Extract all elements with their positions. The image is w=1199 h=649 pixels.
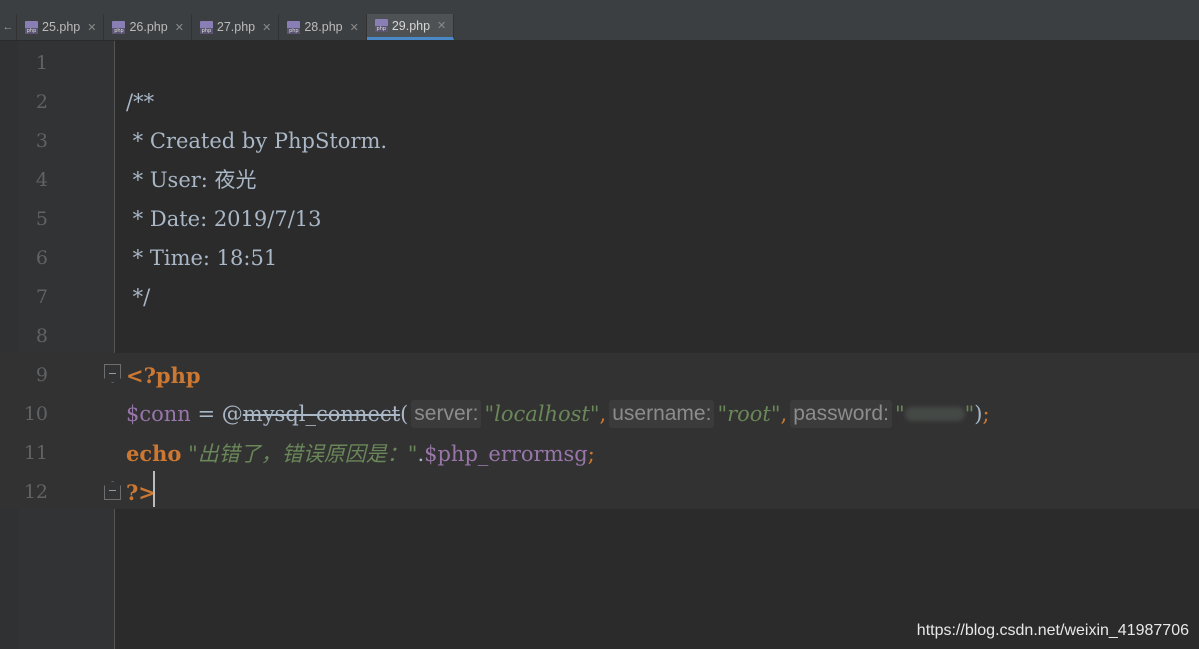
- code-line-6: * Time: 18:51: [126, 246, 278, 270]
- tab-label: 25.php: [42, 20, 81, 34]
- code-line-9: <?php: [126, 356, 201, 396]
- code-line-10: $conn = @mysql_connect(server: "localhost…: [126, 395, 990, 434]
- close-tab-icon[interactable]: ✕: [175, 21, 184, 34]
- semicolon: ;: [587, 442, 595, 466]
- php-close-tag: ?>: [126, 480, 156, 505]
- code-line-11: echo "出错了，错误原因是：".$php_errormsg;: [126, 434, 595, 474]
- tab-28-php[interactable]: 28.php ✕: [279, 14, 367, 40]
- assign-operator: =: [190, 402, 222, 426]
- scroll-tabs-left-icon[interactable]: ←: [0, 14, 17, 40]
- string-quote-open: ": [894, 402, 905, 426]
- line-number: 2: [35, 91, 48, 113]
- tab-label: 27.php: [216, 20, 256, 34]
- current-line-highlight: [0, 470, 1199, 509]
- php-file-icon: [25, 20, 38, 34]
- php-file-icon: [112, 20, 126, 34]
- string-localhost: "localhost": [484, 402, 600, 426]
- php-file-icon: [199, 20, 213, 34]
- open-paren: (: [400, 402, 409, 426]
- line-number: 12: [23, 481, 48, 503]
- line-number: 9: [35, 364, 48, 386]
- variable-conn: $conn: [126, 402, 191, 426]
- function-mysql-connect: mysql_connect: [242, 402, 401, 426]
- error-suppress: @: [221, 402, 243, 426]
- text-caret: [153, 471, 155, 507]
- tab-label: 28.php: [304, 20, 343, 34]
- line-number: 11: [23, 442, 48, 464]
- watermark-text: https://blog.csdn.net/weixin_41987706: [916, 622, 1189, 639]
- redacted-password: [904, 406, 965, 421]
- close-tab-icon[interactable]: ✕: [350, 21, 359, 34]
- comma: ,: [780, 402, 788, 426]
- param-hint-username: username:: [609, 399, 715, 428]
- code-line-3: * Created by PhpStorm.: [126, 129, 388, 153]
- tab-26-php[interactable]: 26.php ✕: [104, 14, 192, 40]
- php-file-icon: [374, 19, 388, 32]
- string-error-message: "出错了，错误原因是：": [181, 442, 418, 466]
- param-hint-server: server:: [411, 399, 482, 428]
- line-number: 4: [35, 169, 48, 191]
- code-line-2: /**: [126, 90, 155, 114]
- php-open-tag: <?php: [126, 363, 201, 388]
- comma: ,: [599, 402, 607, 426]
- keyword-echo: echo: [126, 441, 182, 466]
- tab-label: 29.php: [391, 18, 431, 33]
- code-line-4: * User: 夜光: [126, 168, 257, 192]
- line-number: 1: [35, 52, 48, 74]
- line-number: 10: [23, 403, 48, 425]
- close-tab-icon[interactable]: ✕: [87, 21, 96, 34]
- code-line-7: */: [126, 285, 151, 309]
- tab-label: 26.php: [129, 20, 168, 34]
- variable-php-errormsg: $php_errormsg: [424, 442, 588, 466]
- param-hint-password: password:: [790, 399, 892, 428]
- semicolon: ;: [982, 402, 990, 426]
- editor-tab-bar: ← 25.php ✕ 26.php ✕ 27.php ✕ 28.php ✕ 29…: [0, 14, 1199, 41]
- code-line-12: ?>: [126, 473, 156, 513]
- code-editor[interactable]: 1 2 3 4 5 6 7 8 9 10 11 12 /** * Created…: [0, 41, 1199, 649]
- php-file-icon: [287, 20, 301, 34]
- line-number: 7: [35, 286, 48, 308]
- string-root: "root": [717, 402, 781, 426]
- line-number: 3: [35, 130, 48, 152]
- close-tab-icon[interactable]: ✕: [437, 19, 446, 32]
- tab-25-php[interactable]: 25.php ✕: [17, 14, 105, 40]
- line-number: 6: [35, 247, 48, 269]
- line-number: 5: [35, 208, 48, 230]
- tab-27-php[interactable]: 27.php ✕: [192, 14, 280, 40]
- close-tab-icon[interactable]: ✕: [262, 21, 271, 34]
- line-number: 8: [35, 325, 48, 347]
- string-quote-close: ": [964, 402, 975, 426]
- code-line-5: * Date: 2019/7/13: [126, 207, 322, 231]
- gutter-edge: [0, 41, 18, 649]
- tab-29-php[interactable]: 29.php ✕: [366, 14, 455, 40]
- window-top-strip: [0, 0, 1199, 15]
